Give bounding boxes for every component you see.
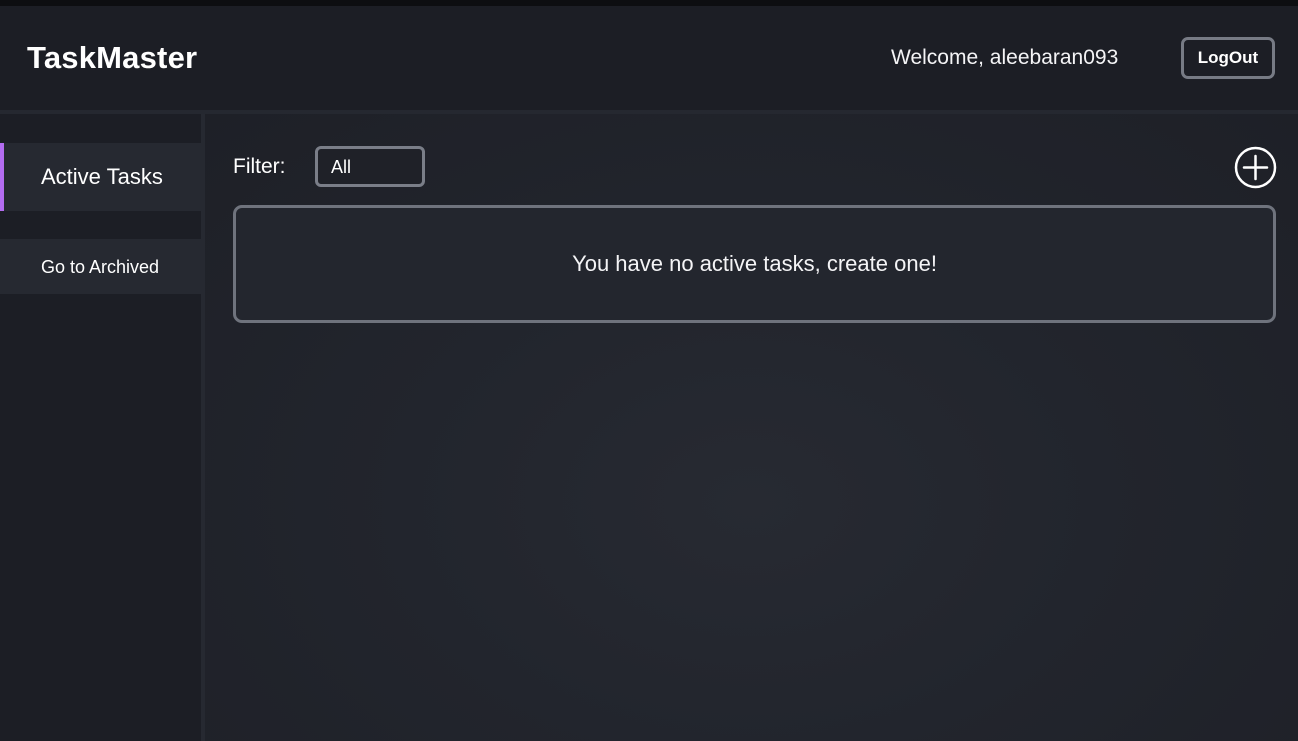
- filter-select[interactable]: All: [315, 146, 425, 187]
- empty-state-message: You have no active tasks, create one!: [572, 251, 937, 276]
- welcome-text: Welcome, aleebaran093: [891, 46, 1119, 69]
- app-header: TaskMaster Welcome, aleebaran093 LogOut: [0, 6, 1298, 110]
- app-title: TaskMaster: [27, 40, 198, 75]
- sidebar-item-label: Go to Archived: [41, 257, 160, 277]
- sidebar-item-archived[interactable]: Go to Archived: [0, 239, 201, 294]
- filter-label: Filter:: [233, 155, 286, 178]
- sidebar: Active Tasks Go to Archived: [0, 114, 201, 741]
- active-indicator: [0, 143, 4, 211]
- sidebar-item-active-tasks[interactable]: Active Tasks: [0, 143, 201, 211]
- filter-selected-value: All: [331, 157, 352, 177]
- sidebar-item-label: Active Tasks: [41, 164, 163, 189]
- plus-circle-icon: [1234, 146, 1277, 189]
- empty-state-panel: You have no active tasks, create one!: [233, 205, 1276, 323]
- add-task-button[interactable]: [1234, 146, 1277, 189]
- main-content: Filter: All You have no active tasks, cr…: [205, 114, 1298, 741]
- logout-button[interactable]: LogOut: [1181, 37, 1275, 79]
